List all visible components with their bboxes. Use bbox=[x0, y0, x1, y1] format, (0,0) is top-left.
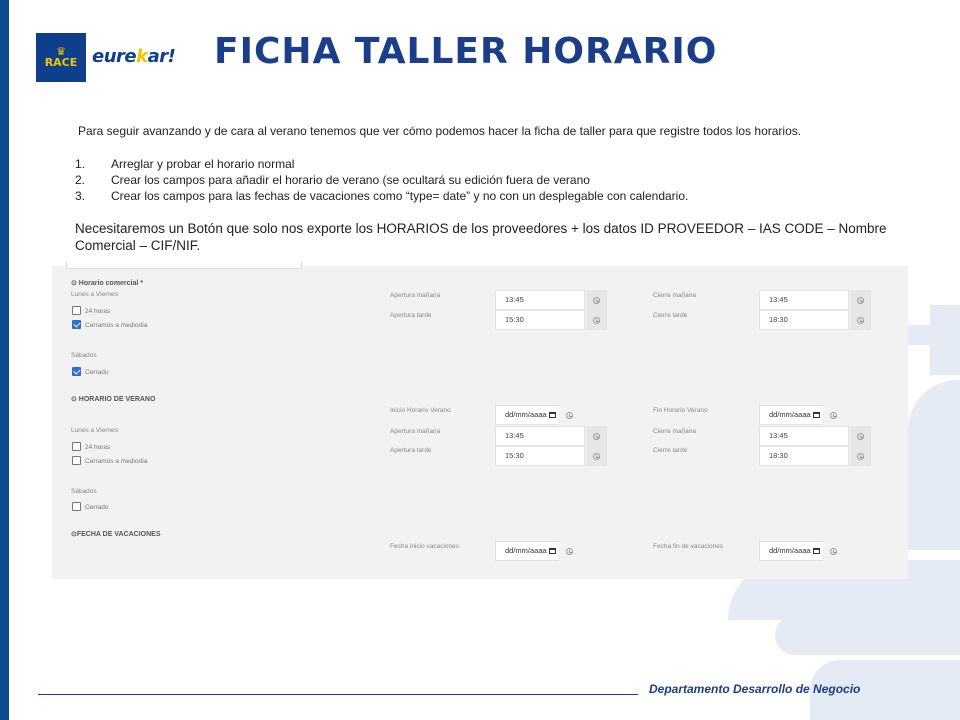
left-accent-bar bbox=[0, 0, 9, 720]
horario-comercial-title: ⊙ Horario comercial * bbox=[71, 280, 144, 287]
clock-icon[interactable] bbox=[823, 541, 844, 561]
weekday-label: Lunes a Viernes bbox=[71, 291, 118, 298]
steps-list: 1. Arreglar y probar el horario normal 2.… bbox=[75, 156, 688, 204]
horario-verano-title: ⊙ HORARIO DE VERANO bbox=[71, 396, 156, 403]
cierre-manana-label: Cierre mañana bbox=[653, 292, 696, 299]
checkbox-verano-mediodia[interactable] bbox=[72, 456, 81, 465]
apertura-tarde-label: Apertura tarde bbox=[390, 312, 432, 319]
calendar-icon[interactable] bbox=[549, 412, 556, 418]
clock-icon[interactable] bbox=[823, 405, 844, 425]
weekday-label: Lunes a Viernes bbox=[71, 427, 118, 434]
clock-icon[interactable] bbox=[586, 446, 607, 466]
watermark-shape bbox=[908, 380, 960, 550]
fin-verano-label: Fin Horario Verano bbox=[653, 407, 708, 414]
footer-divider bbox=[38, 694, 638, 695]
clock-icon[interactable] bbox=[586, 290, 607, 310]
intro-text: Para seguir avanzando y de cara al veran… bbox=[78, 124, 802, 138]
apertura-manana-label: Apertura mañana bbox=[390, 428, 441, 435]
clock-icon[interactable] bbox=[850, 426, 871, 446]
cierre-tarde-label: Cierre tarde bbox=[653, 312, 688, 319]
page-title: FICHA TALLER HORARIO bbox=[214, 31, 718, 72]
cierre-tarde-label: Cierre tarde bbox=[653, 447, 688, 454]
eurekar-logo-text: ar! bbox=[147, 46, 176, 67]
apertura-tarde-label: Apertura tarde bbox=[390, 447, 432, 454]
apertura-tarde-input[interactable]: 15:30 bbox=[495, 310, 585, 330]
clock-icon[interactable] bbox=[559, 405, 580, 425]
clock-icon[interactable] bbox=[586, 310, 607, 330]
crown-icon: ♛ bbox=[56, 45, 66, 58]
checkbox-mediodia-label: Cerramos a mediodía bbox=[85, 458, 148, 465]
checkbox-mediodia-label: Cerramos a mediodía bbox=[85, 322, 148, 329]
fin-verano-date-input[interactable]: dd/mm/aaaa bbox=[759, 405, 825, 425]
checkbox-verano-24h[interactable] bbox=[72, 442, 81, 451]
verano-apertura-manana-input[interactable]: 13:45 bbox=[495, 426, 585, 446]
fin-vacaciones-date-input[interactable]: dd/mm/aaaa bbox=[759, 541, 825, 561]
list-item: 1. Arreglar y probar el horario normal bbox=[75, 157, 295, 171]
watermark-shape bbox=[775, 615, 960, 655]
race-logo: ♛ RACE bbox=[36, 33, 86, 82]
checkbox-24h-label: 24 horas bbox=[85, 308, 111, 315]
eurekar-logo-text: k bbox=[136, 46, 148, 67]
inicio-verano-label: Inicio Horario Verano bbox=[390, 407, 451, 414]
watermark-shape bbox=[905, 325, 960, 345]
calendar-icon[interactable] bbox=[813, 412, 820, 418]
footer-department: Departamento Desarrollo de Negocio bbox=[649, 682, 861, 696]
clock-icon[interactable] bbox=[559, 541, 580, 561]
clock-icon[interactable] bbox=[850, 290, 871, 310]
calendar-icon[interactable] bbox=[813, 548, 820, 554]
clock-icon[interactable] bbox=[850, 310, 871, 330]
vacaciones-title: ⊙FECHA DE VACACIONES bbox=[71, 531, 161, 538]
list-item: 2. Crear los campos para añadir el horari… bbox=[75, 173, 590, 187]
cierre-manana-label: Cierre mañana bbox=[653, 428, 696, 435]
inicio-vacaciones-date-input[interactable]: dd/mm/aaaa bbox=[495, 541, 561, 561]
clock-icon[interactable] bbox=[586, 426, 607, 446]
inicio-verano-date-input[interactable]: dd/mm/aaaa bbox=[495, 405, 561, 425]
verano-cierre-manana-input[interactable]: 13:45 bbox=[759, 426, 849, 446]
calendar-icon[interactable] bbox=[549, 548, 556, 554]
checkbox-sabado-cerrado[interactable] bbox=[72, 367, 81, 376]
checkbox-24h[interactable] bbox=[72, 306, 81, 315]
checkbox-cerrado-label: Cerrado bbox=[85, 369, 109, 376]
race-logo-text: RACE bbox=[44, 55, 78, 69]
checkbox-verano-sabado-cerrado[interactable] bbox=[72, 502, 81, 511]
cierre-tarde-input[interactable]: 18:30 bbox=[759, 310, 849, 330]
inicio-vacaciones-label: Fecha inicio vacaciones bbox=[390, 543, 460, 550]
apertura-manana-label: Apertura mañana bbox=[390, 292, 441, 299]
checkbox-cerrado-label: Cerrado bbox=[85, 504, 109, 511]
eurekar-logo: eurekar! bbox=[92, 46, 176, 67]
panel-tab bbox=[66, 262, 302, 269]
clock-icon[interactable] bbox=[850, 446, 871, 466]
checkbox-24h-label: 24 horas bbox=[85, 444, 111, 451]
checkbox-cerramos-mediodia[interactable] bbox=[72, 320, 81, 329]
apertura-manana-input[interactable]: 13:45 bbox=[495, 290, 585, 310]
sabados-label: Sábados bbox=[71, 352, 97, 359]
verano-cierre-tarde-input[interactable]: 18:30 bbox=[759, 446, 849, 466]
list-item: 3. Crear los campos para las fechas de va… bbox=[75, 189, 689, 203]
sabados-label: Sábados bbox=[71, 488, 97, 495]
export-note: Necesitaremos un Botón que solo nos expo… bbox=[75, 221, 887, 253]
fin-vacaciones-label: Fecha fin de vacaciones bbox=[653, 543, 724, 550]
eurekar-logo-text: eure bbox=[92, 46, 137, 67]
cierre-manana-input[interactable]: 13:45 bbox=[759, 290, 849, 310]
verano-apertura-tarde-input[interactable]: 15:30 bbox=[495, 446, 585, 466]
